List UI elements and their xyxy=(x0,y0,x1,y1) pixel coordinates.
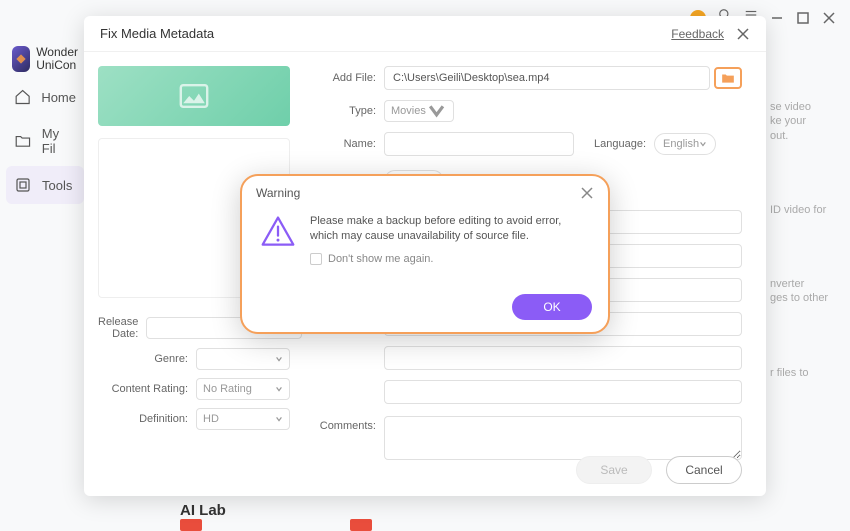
folder-icon xyxy=(721,72,735,84)
bg-text: ID video for xyxy=(770,203,830,217)
sidebar-item-label: My Fil xyxy=(42,126,76,156)
close-icon[interactable] xyxy=(580,186,594,200)
close-button[interactable] xyxy=(822,11,836,25)
field-label: Name: xyxy=(312,138,376,150)
checkbox-label: Don't show me again. xyxy=(328,253,433,265)
minimize-button[interactable] xyxy=(770,11,784,25)
chevron-down-icon xyxy=(426,100,447,121)
definition-select[interactable]: HD xyxy=(196,408,290,430)
field-label: Release Date: xyxy=(98,316,138,340)
name-input[interactable] xyxy=(384,132,574,156)
app-logo: WonderUniCon xyxy=(0,40,90,78)
folder-icon xyxy=(14,132,32,150)
chevron-down-icon xyxy=(275,355,283,363)
comments-input[interactable] xyxy=(384,416,742,460)
warning-icon xyxy=(260,214,296,250)
cancel-button[interactable]: Cancel xyxy=(666,456,742,484)
close-icon[interactable] xyxy=(736,27,750,41)
section-heading: AI Lab xyxy=(180,502,226,519)
metadata-field[interactable] xyxy=(384,380,742,404)
chevron-down-icon xyxy=(699,140,707,148)
sidebar-item-files[interactable]: My Fil xyxy=(0,116,90,166)
field-label: Definition: xyxy=(98,413,188,425)
sidebar-item-label: Tools xyxy=(42,178,72,193)
badge xyxy=(350,519,372,531)
bg-text: nverterges to other xyxy=(770,277,830,306)
maximize-button[interactable] xyxy=(796,11,810,25)
language-select[interactable]: English xyxy=(654,133,716,155)
browse-button[interactable] xyxy=(714,67,742,89)
logo-icon xyxy=(12,46,30,72)
field-label: Content Rating: xyxy=(98,383,188,395)
home-icon xyxy=(14,88,31,106)
field-label: Genre: xyxy=(98,353,188,365)
field-label: Language: xyxy=(594,138,646,150)
sidebar-item-home[interactable]: Home xyxy=(0,78,90,116)
add-file-input[interactable] xyxy=(384,66,710,90)
badge xyxy=(180,519,202,531)
warning-message: Please make a backup before editing to a… xyxy=(310,214,590,245)
type-select[interactable]: Movies xyxy=(384,100,454,122)
genre-select[interactable] xyxy=(196,348,290,370)
warning-title: Warning xyxy=(256,186,300,200)
save-button[interactable]: Save xyxy=(576,456,652,484)
chevron-down-icon xyxy=(275,385,283,393)
bg-text: se videoke yourout. xyxy=(770,100,830,143)
field-label: Add File: xyxy=(312,72,376,84)
tools-icon xyxy=(14,176,32,194)
feedback-link[interactable]: Feedback xyxy=(671,27,724,41)
sidebar-item-tools[interactable]: Tools xyxy=(6,166,84,204)
rating-select[interactable]: No Rating xyxy=(196,378,290,400)
dialog-title: Fix Media Metadata xyxy=(100,26,214,41)
dont-show-checkbox[interactable] xyxy=(310,253,322,265)
sidebar-item-label: Home xyxy=(41,90,76,105)
field-label: Comments: xyxy=(312,416,376,432)
ok-button[interactable]: OK xyxy=(512,294,592,320)
brand-text-2: UniCon xyxy=(36,59,78,72)
image-icon xyxy=(179,84,209,108)
warning-dialog: Warning Please make a backup before edit… xyxy=(240,174,610,334)
video-thumbnail xyxy=(98,66,290,126)
metadata-field[interactable] xyxy=(384,346,742,370)
chevron-down-icon xyxy=(275,415,283,423)
bg-text: r files to xyxy=(770,366,830,380)
field-label: Type: xyxy=(312,105,376,117)
